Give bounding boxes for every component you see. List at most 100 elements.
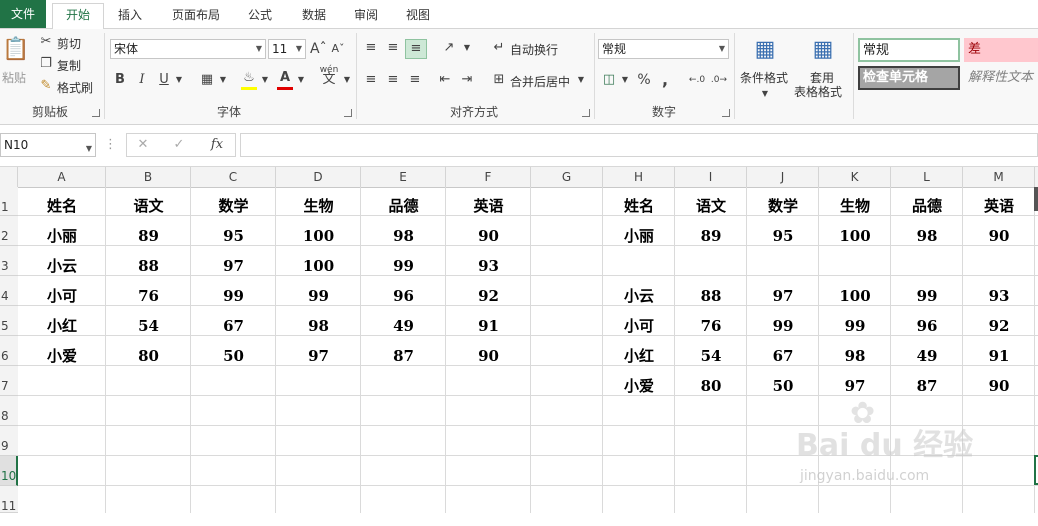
table-cell[interactable]: 小红 [18, 311, 106, 341]
table-cell[interactable]: 67 [191, 311, 276, 341]
row-header-8[interactable]: 8 [0, 396, 18, 426]
table-cell[interactable]: 小云 [18, 251, 106, 281]
table-cell[interactable]: 87 [891, 371, 963, 401]
select-all-corner[interactable] [0, 167, 18, 187]
border-icon[interactable]: ▦ [198, 71, 216, 89]
style-check-cell[interactable]: 检查单元格 [858, 66, 960, 90]
table-cell[interactable] [819, 251, 891, 281]
column-header-k[interactable]: K [819, 167, 891, 187]
column-header-f[interactable]: F [446, 167, 531, 187]
table-cell[interactable]: 100 [819, 221, 891, 251]
paste-icon[interactable]: 📋 [2, 35, 29, 65]
clipboard-dialog-launcher-icon[interactable] [92, 109, 100, 117]
font-color-icon[interactable]: A [276, 69, 294, 90]
underline-button[interactable]: U [156, 71, 172, 89]
table-cell[interactable] [891, 251, 963, 281]
table-cell[interactable]: 54 [675, 341, 747, 371]
chevron-down-icon[interactable]: ▼ [174, 71, 184, 89]
table-cell[interactable]: 49 [361, 311, 446, 341]
row-header-2[interactable]: 2 [0, 216, 18, 246]
table-cell[interactable]: 91 [446, 311, 531, 341]
chevron-down-icon[interactable]: ▼ [462, 39, 472, 57]
table-cell[interactable]: 88 [675, 281, 747, 311]
name-box[interactable]: N10 ▼ [0, 133, 96, 157]
table-cell[interactable]: 50 [191, 341, 276, 371]
table-header-cell[interactable]: 数学 [747, 191, 819, 221]
table-cell[interactable]: 99 [276, 281, 361, 311]
table-cell[interactable]: 50 [747, 371, 819, 401]
table-cell[interactable]: 小可 [603, 311, 675, 341]
chevron-down-icon[interactable]: ▼ [342, 71, 352, 89]
row-header-4[interactable]: 4 [0, 276, 18, 306]
align-left-icon[interactable]: ≡ [362, 71, 380, 89]
confirm-icon[interactable]: ✓ [171, 136, 187, 154]
table-cell[interactable]: 小红 [603, 341, 675, 371]
paste-button[interactable]: 粘贴 [2, 69, 26, 86]
table-header-cell[interactable]: 品德 [361, 191, 446, 221]
active-cell-n10[interactable] [1034, 455, 1038, 485]
table-cell[interactable] [675, 251, 747, 281]
table-cell[interactable]: 小爱 [18, 341, 106, 371]
table-header-cell[interactable]: 语文 [106, 191, 191, 221]
fill-color-icon[interactable]: ♨ [240, 69, 258, 90]
bold-button[interactable]: B [112, 71, 128, 89]
font-name-select[interactable]: 宋体 ▼ [110, 39, 266, 59]
column-header-h[interactable]: H [603, 167, 675, 187]
alignment-dialog-launcher-icon[interactable] [582, 109, 590, 117]
table-cell[interactable]: 90 [963, 221, 1035, 251]
table-format-button-line2[interactable]: 表格格式 [794, 83, 842, 100]
table-header-cell[interactable]: 姓名 [603, 191, 675, 221]
table-cell[interactable]: 96 [361, 281, 446, 311]
insert-function-icon[interactable]: fx [207, 136, 227, 154]
column-header-i[interactable]: I [675, 167, 747, 187]
align-right-icon[interactable]: ≡ [406, 71, 424, 89]
font-size-select[interactable]: 11 ▼ [268, 39, 306, 59]
table-cell[interactable]: 90 [963, 371, 1035, 401]
table-cell[interactable]: 100 [276, 251, 361, 281]
decrease-decimal-icon[interactable]: .0→ [710, 71, 728, 89]
column-header-d[interactable]: D [276, 167, 361, 187]
table-cell[interactable]: 90 [446, 221, 531, 251]
tab-formulas[interactable]: 公式 [240, 4, 280, 28]
table-header-cell[interactable]: 英语 [963, 191, 1035, 221]
row-header-5[interactable]: 5 [0, 306, 18, 336]
column-header-m[interactable]: M [963, 167, 1035, 187]
format-painter-button[interactable]: 格式刷 [57, 79, 93, 96]
table-cell[interactable]: 小云 [603, 281, 675, 311]
table-cell[interactable]: 95 [747, 221, 819, 251]
chevron-down-icon[interactable]: ▼ [260, 71, 270, 89]
tab-insert[interactable]: 插入 [110, 4, 150, 28]
tab-review[interactable]: 审阅 [346, 4, 386, 28]
row-header-11[interactable]: 11 [0, 486, 18, 513]
tab-file[interactable]: 文件 [0, 0, 46, 28]
table-cell[interactable]: 99 [819, 311, 891, 341]
table-cell[interactable]: 99 [361, 251, 446, 281]
style-bad[interactable]: 差 [964, 38, 1038, 62]
align-middle-icon[interactable]: ≡ [384, 39, 402, 57]
table-header-cell[interactable]: 姓名 [18, 191, 106, 221]
table-cell[interactable]: 76 [675, 311, 747, 341]
increase-decimal-icon[interactable]: ←.0 [688, 71, 706, 89]
table-cell[interactable]: 92 [446, 281, 531, 311]
column-header-a[interactable]: A [18, 167, 106, 187]
table-cell[interactable]: 92 [963, 311, 1035, 341]
merge-center-button[interactable]: 合并后居中 [510, 73, 570, 90]
table-cell[interactable] [603, 251, 675, 281]
table-header-cell[interactable]: 生物 [276, 191, 361, 221]
table-cell[interactable]: 98 [276, 311, 361, 341]
table-cell[interactable]: 小可 [18, 281, 106, 311]
table-cell[interactable]: 99 [191, 281, 276, 311]
chevron-down-icon[interactable]: ▼ [620, 71, 630, 89]
table-cell[interactable]: 89 [675, 221, 747, 251]
cut-button[interactable]: 剪切 [57, 35, 81, 52]
table-cell[interactable]: 76 [106, 281, 191, 311]
table-header-cell[interactable]: 英语 [446, 191, 531, 221]
table-cell[interactable]: 80 [106, 341, 191, 371]
table-header-cell[interactable]: 生物 [819, 191, 891, 221]
table-cell[interactable]: 80 [675, 371, 747, 401]
table-cell[interactable]: 99 [747, 311, 819, 341]
table-cell[interactable]: 93 [963, 281, 1035, 311]
table-cell[interactable]: 98 [361, 221, 446, 251]
tab-view[interactable]: 视图 [398, 4, 438, 28]
number-dialog-launcher-icon[interactable] [722, 109, 730, 117]
